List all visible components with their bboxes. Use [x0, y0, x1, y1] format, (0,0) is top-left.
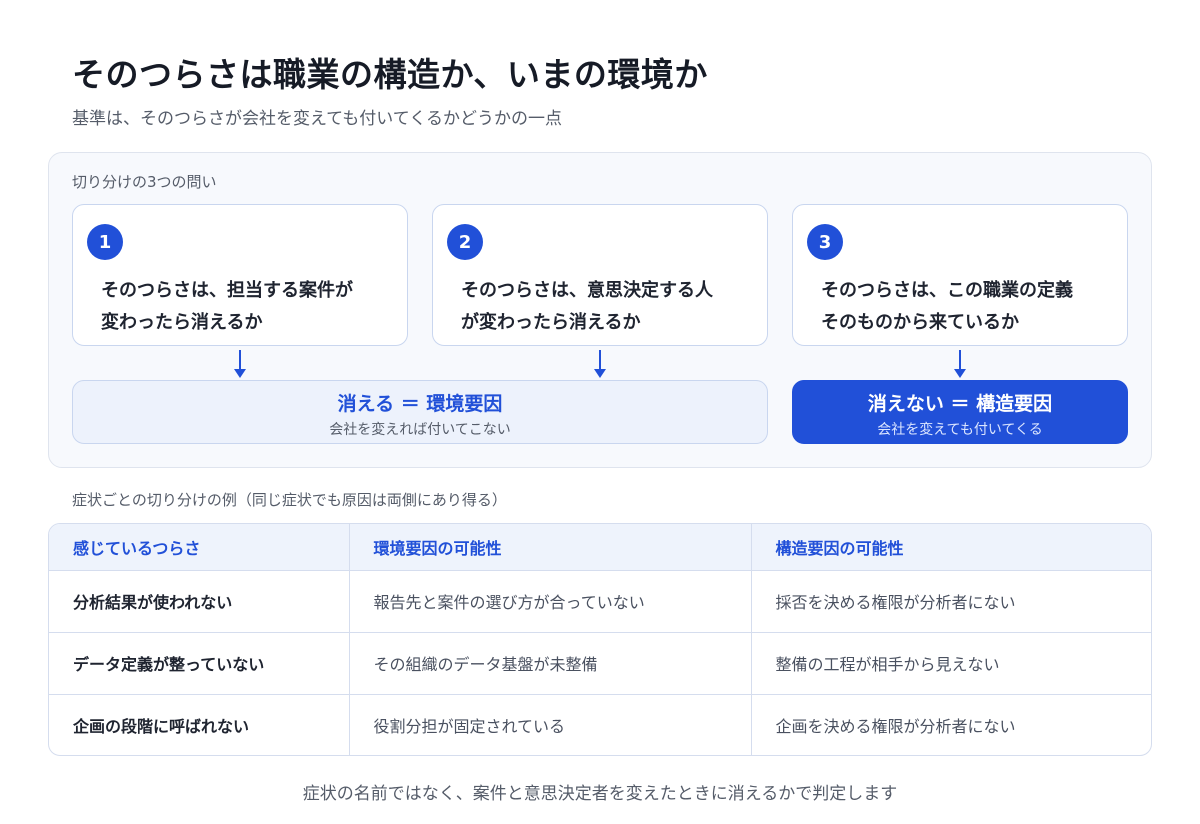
- examples-table: 感じているつらさ 環境要因の可能性 構造要因の可能性 分析結果が使われない 報告…: [48, 523, 1152, 756]
- arrow-down-icon: [594, 350, 606, 378]
- footer-note: 症状の名前ではなく、案件と意思決定者を変えたときに消えるかで判定します: [302, 784, 898, 804]
- result-environmental: 消える ＝ 環境要因 会社を変えれば付いてこない: [72, 380, 768, 444]
- question-card-2: 2 そのつらさは、意思決定する人 が変わったら消えるか: [432, 204, 768, 346]
- table-row: 企画の段階に呼ばれない 役割分担が固定されている 企画を決める権限が分析者にない: [49, 694, 1151, 755]
- column-header: 感じているつらさ: [49, 524, 350, 571]
- symptom-cell: データ定義が整っていない: [49, 632, 350, 695]
- table-row: データ定義が整っていない その組織のデータ基盤が未整備 整備の工程が相手から見え…: [49, 632, 1151, 695]
- question-text: そのつらさは、意思決定する人 が変わったら消えるか: [461, 280, 713, 333]
- question-number-badge: 2: [447, 224, 483, 260]
- table-header-row: 感じているつらさ 環境要因の可能性 構造要因の可能性: [49, 524, 1151, 571]
- result-environmental-title: 消える ＝ 環境要因: [337, 393, 503, 415]
- environmental-cell: 報告先と案件の選び方が合っていない: [349, 570, 752, 633]
- question-card-1: 1 そのつらさは、担当する案件が 変わったら消えるか: [72, 204, 408, 346]
- result-environmental-note: 会社を変えれば付いてこない: [329, 422, 511, 438]
- table-row: 分析結果が使われない 報告先と案件の選び方が合っていない 採否を決める権限が分析…: [49, 570, 1151, 633]
- question-card-3: 3 そのつらさは、この職業の定義 そのものから来ているか: [792, 204, 1128, 346]
- page-title: そのつらさは職業の構造か、いまの環境か: [72, 55, 708, 94]
- column-header: 環境要因の可能性: [349, 524, 752, 571]
- structural-cell: 採否を決める権限が分析者にない: [751, 570, 1151, 633]
- arrow-down-icon: [234, 350, 246, 378]
- page-subtitle: 基準は、そのつらさが会社を変えても付いてくるかどうかの一点: [72, 109, 562, 129]
- question-text: そのつらさは、担当する案件が 変わったら消えるか: [101, 280, 353, 333]
- structural-cell: 企画を決める権限が分析者にない: [775, 717, 1016, 737]
- environmental-cell: 役割分担が固定されている: [349, 694, 752, 755]
- symptom-cell: 分析結果が使われない: [49, 570, 350, 633]
- structural-cell: 整備の工程が相手から見えない: [751, 632, 1151, 695]
- question-number-badge: 3: [807, 224, 843, 260]
- result-structural: 消えない ＝ 構造要因 会社を変えても付いてくる: [792, 380, 1128, 444]
- examples-label: 症状ごとの切り分けの例（同じ症状でも原因は両側にあり得る）: [72, 491, 507, 509]
- result-structural-title: 消えない ＝ 構造要因: [867, 393, 1053, 415]
- symptom-cell: 企画の段階に呼ばれない: [49, 694, 350, 755]
- result-structural-note: 会社を変えても付いてくる: [877, 422, 1043, 438]
- questions-panel-label: 切り分けの3つの問い: [72, 173, 217, 191]
- column-header: 構造要因の可能性: [751, 524, 1151, 571]
- arrow-down-icon: [954, 350, 966, 378]
- question-number-badge: 1: [87, 224, 123, 260]
- environmental-cell: その組織のデータ基盤が未整備: [349, 632, 752, 695]
- question-text: そのつらさは、この職業の定義 そのものから来ているか: [821, 280, 1073, 333]
